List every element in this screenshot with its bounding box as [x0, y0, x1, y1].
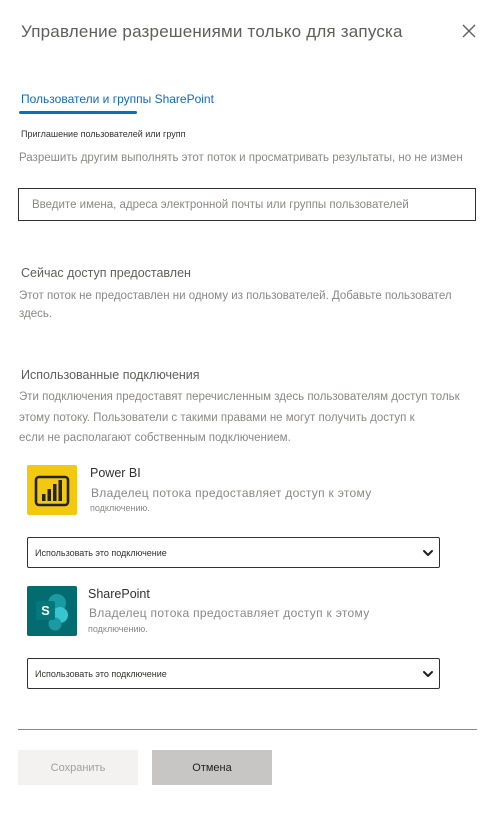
svg-text:S: S	[41, 603, 50, 618]
connection-select-value: Использовать это подключение	[35, 548, 167, 558]
connection-desc-sharepoint-line2: подключению.	[88, 624, 148, 634]
connections-description-line2: этому потоку. Пользователи с такими прав…	[19, 412, 415, 424]
close-icon	[462, 24, 476, 38]
power-bi-icon	[27, 465, 77, 515]
access-description-line2: здесь.	[19, 308, 53, 320]
save-button[interactable]: Сохранить	[18, 750, 138, 785]
connections-heading: Использованные подключения	[21, 368, 200, 382]
connection-select-value: Использовать это подключение	[35, 669, 167, 679]
connection-desc-sharepoint-line1: Владелец потока предоставляет доступ к э…	[89, 606, 370, 620]
active-tab-indicator	[19, 111, 137, 114]
access-heading: Сейчас доступ предоставлен	[21, 266, 191, 280]
connections-description-line1: Эти подключения предоставят перечисленны…	[19, 391, 460, 403]
chevron-down-icon	[423, 550, 433, 556]
connection-desc-power-bi-line1: Владелец потока предоставляет доступ к э…	[91, 486, 372, 500]
tab-sharepoint-users[interactable]: Пользователи и группы SharePoint	[21, 92, 214, 106]
connection-name-power-bi: Power BI	[90, 466, 141, 480]
connection-desc-power-bi-line2: подключению.	[90, 503, 150, 513]
connection-select-sharepoint[interactable]: Использовать это подключение	[27, 658, 440, 689]
close-button[interactable]	[459, 21, 479, 41]
access-description-line1: Этот поток не предоставлен ни одному из …	[19, 290, 452, 302]
invite-input[interactable]	[18, 188, 476, 221]
invite-label: Приглашение пользователей или групп	[21, 129, 186, 139]
sharepoint-icon: S	[27, 586, 77, 636]
panel-title: Управление разрешениями только для запус…	[21, 22, 403, 41]
cancel-button[interactable]: Отмена	[152, 750, 272, 785]
connections-description-line3: если не располагают собственным подключе…	[19, 432, 291, 444]
chevron-down-icon	[423, 671, 433, 677]
connection-select-power-bi[interactable]: Использовать это подключение	[27, 537, 440, 568]
footer-divider	[18, 729, 477, 730]
connection-name-sharepoint: SharePoint	[88, 587, 150, 601]
invite-description: Разрешить другим выполнять этот поток и …	[19, 152, 463, 164]
